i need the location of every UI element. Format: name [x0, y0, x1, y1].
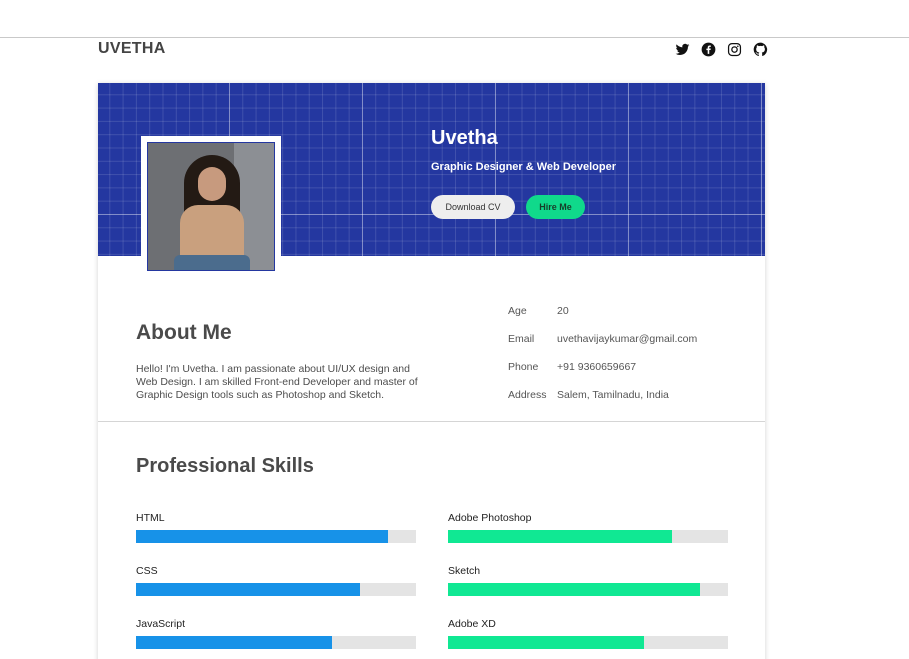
- facebook-icon[interactable]: [700, 41, 716, 57]
- skill-name: Sketch: [448, 565, 481, 577]
- skill-fill: [448, 583, 700, 596]
- skill-adobe-xd: Adobe XD: [448, 618, 728, 649]
- info-row-age: Age 20: [508, 305, 697, 333]
- top-bar: [0, 0, 909, 38]
- skill-track: [136, 636, 416, 649]
- resume-card: Uvetha Graphic Designer & Web Developer …: [98, 83, 765, 659]
- skill-fill: [136, 530, 388, 543]
- skill-sketch: Sketch: [448, 565, 728, 596]
- info-value[interactable]: uvethavijaykumar@gmail.com: [557, 333, 697, 345]
- github-icon[interactable]: [752, 41, 768, 57]
- info-label: Phone: [508, 361, 539, 373]
- about-section: About Me Hello! I'm Uvetha. I am passion…: [98, 256, 765, 422]
- personal-info: Age 20 Email uvethavijaykumar@gmail.com …: [508, 305, 697, 417]
- skills-title: Professional Skills: [136, 455, 314, 477]
- skill-track: [448, 583, 728, 596]
- about-text: Hello! I'm Uvetha. I am passionate about…: [136, 363, 418, 401]
- info-value: +91 9360659667: [557, 361, 637, 373]
- download-cv-button[interactable]: Download CV: [431, 195, 515, 219]
- skill-fill: [136, 583, 360, 596]
- skill-name: CSS: [136, 565, 158, 577]
- skill-javascript: JavaScript: [136, 618, 416, 649]
- skill-fill: [448, 530, 672, 543]
- skills-section: Professional Skills HTML CSS JavaScript …: [98, 423, 765, 659]
- twitter-icon[interactable]: [674, 41, 690, 57]
- hero-name: Uvetha: [431, 127, 498, 149]
- skill-css: CSS: [136, 565, 416, 596]
- info-row-address: Address Salem, Tamilnadu, India: [508, 389, 697, 417]
- skill-track: [136, 583, 416, 596]
- info-row-phone: Phone +91 9360659667: [508, 361, 697, 389]
- info-label: Age: [508, 305, 527, 317]
- skill-name: Adobe Photoshop: [448, 512, 532, 524]
- skill-track: [448, 636, 728, 649]
- instagram-icon[interactable]: [726, 41, 742, 57]
- skill-photoshop: Adobe Photoshop: [448, 512, 728, 543]
- info-row-email: Email uvethavijaykumar@gmail.com: [508, 333, 697, 361]
- profile-photo: [147, 142, 275, 271]
- hero-subtitle: Graphic Designer & Web Developer: [431, 161, 617, 173]
- info-label: Email: [508, 333, 535, 345]
- info-value: Salem, Tamilnadu, India: [557, 389, 669, 401]
- skill-name: HTML: [136, 512, 165, 524]
- skill-name: Adobe XD: [448, 618, 496, 630]
- profile-photo-frame: [141, 136, 281, 271]
- skill-html: HTML: [136, 512, 416, 543]
- skill-name: JavaScript: [136, 618, 186, 630]
- info-label: Address: [508, 389, 547, 401]
- brand-logo[interactable]: UVETHA: [98, 40, 166, 58]
- about-title: About Me: [136, 321, 232, 344]
- skill-fill: [136, 636, 332, 649]
- social-links: [674, 41, 768, 57]
- hire-me-button[interactable]: Hire Me: [526, 195, 585, 219]
- skill-track: [448, 530, 728, 543]
- skill-fill: [448, 636, 644, 649]
- info-value: 20: [557, 305, 569, 317]
- skill-track: [136, 530, 416, 543]
